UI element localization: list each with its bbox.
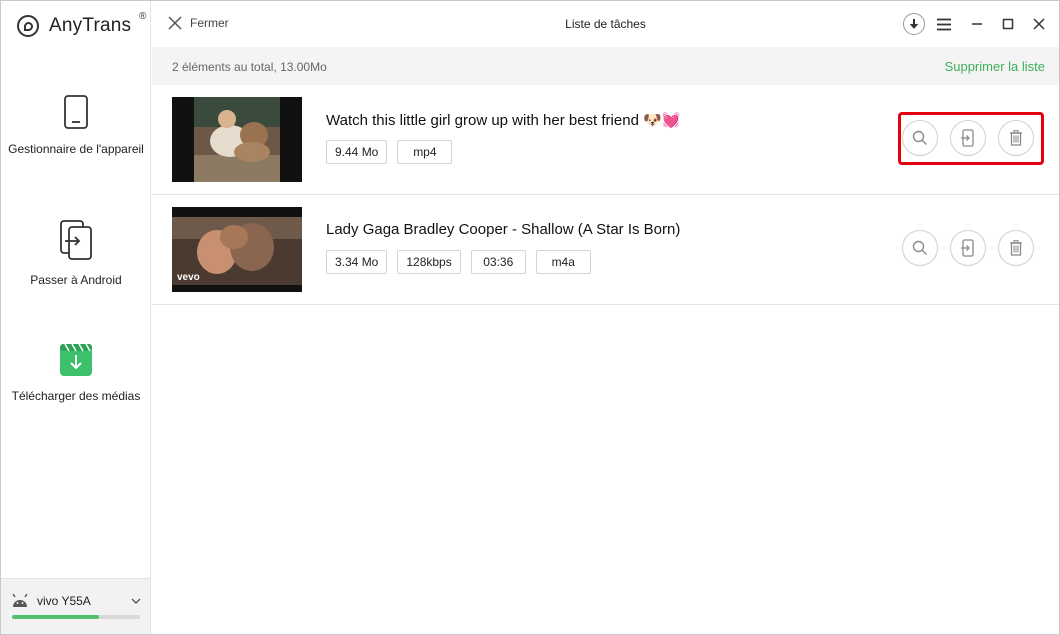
bitrate-tag: 128kbps bbox=[397, 250, 461, 274]
minimize-button[interactable] bbox=[966, 13, 988, 35]
summary-bar: 2 éléments au total, 13.00Mo Supprimer l… bbox=[152, 47, 1059, 85]
sidebar-item-label: Passer à Android bbox=[30, 273, 122, 287]
phone-icon bbox=[64, 95, 88, 129]
downloads-button[interactable] bbox=[903, 13, 925, 35]
minimize-icon bbox=[972, 23, 982, 25]
format-tag: m4a bbox=[535, 250, 591, 274]
media-download-icon bbox=[60, 343, 92, 376]
file-size-tag: 9.44 Mo bbox=[326, 140, 388, 164]
maximize-icon bbox=[1002, 18, 1014, 30]
app-window: AnyTrans ® Gestionnaire de l'appareil Pa… bbox=[0, 0, 1060, 635]
sidebar-item-switch-to-android[interactable]: Passer à Android bbox=[1, 219, 151, 287]
storage-bar bbox=[12, 615, 140, 619]
trash-icon bbox=[1010, 130, 1022, 146]
storage-bar-fill bbox=[12, 615, 100, 619]
task-title: Lady Gaga Bradley Cooper - Shallow (A St… bbox=[326, 221, 681, 238]
menu-button[interactable] bbox=[933, 13, 955, 35]
search-icon bbox=[912, 240, 927, 255]
chevron-down-icon[interactable] bbox=[131, 596, 141, 606]
show-in-folder-button[interactable] bbox=[902, 120, 938, 156]
thumbnail-image bbox=[172, 97, 302, 182]
delete-task-button[interactable] bbox=[998, 120, 1034, 156]
app-logo: AnyTrans ® bbox=[17, 11, 146, 39]
task-row: Watch this little girl grow up with her … bbox=[152, 85, 1059, 195]
maximize-button[interactable] bbox=[997, 13, 1019, 35]
transfer-to-device-button[interactable] bbox=[950, 230, 986, 266]
android-icon bbox=[12, 594, 28, 607]
total-items-summary: 2 éléments au total, 13.00Mo bbox=[172, 60, 327, 74]
registered-mark: ® bbox=[139, 11, 147, 22]
anytrans-logo-icon bbox=[17, 15, 39, 37]
sidebar-item-device-manager[interactable]: Gestionnaire de l'appareil bbox=[1, 94, 151, 156]
download-arrow-icon bbox=[910, 19, 918, 29]
close-label: Fermer bbox=[190, 16, 229, 30]
file-size-tag: 3.34 Mo bbox=[326, 250, 388, 274]
transfer-phone-icon bbox=[60, 220, 92, 260]
delete-task-button[interactable] bbox=[998, 230, 1034, 266]
duration-tag: 03:36 bbox=[470, 250, 526, 274]
close-task-list-button[interactable]: Fermer bbox=[168, 16, 229, 30]
task-row: vevo Lady Gaga Bradley Cooper - Shallow … bbox=[152, 195, 1059, 305]
hamburger-menu-icon bbox=[937, 18, 951, 30]
task-tags: 9.44 Mo mp4 bbox=[326, 140, 462, 164]
app-name: AnyTrans bbox=[49, 15, 132, 36]
task-tags: 3.34 Mo 128kbps 03:36 m4a bbox=[326, 250, 601, 274]
sidebar: AnyTrans ® Gestionnaire de l'appareil Pa… bbox=[1, 1, 151, 634]
clear-list-link[interactable]: Supprimer la liste bbox=[945, 59, 1045, 74]
window-close-button[interactable] bbox=[1028, 13, 1050, 35]
thumbnail-image: vevo bbox=[172, 207, 302, 292]
task-actions bbox=[902, 230, 1034, 266]
trash-icon bbox=[1010, 240, 1022, 256]
device-name: vivo Y55A bbox=[37, 594, 91, 608]
device-selector[interactable]: vivo Y55A bbox=[1, 578, 150, 634]
sidebar-item-label: Gestionnaire de l'appareil bbox=[8, 142, 144, 156]
transfer-to-device-icon bbox=[961, 129, 974, 147]
title-bar: Fermer Liste de tâches bbox=[152, 1, 1059, 47]
format-tag: mp4 bbox=[397, 140, 453, 164]
vevo-watermark: vevo bbox=[177, 272, 200, 283]
sidebar-item-download-media[interactable]: Télécharger des médias bbox=[1, 343, 151, 403]
task-actions bbox=[902, 120, 1034, 156]
video-thumbnail bbox=[172, 97, 302, 182]
task-title: Watch this little girl grow up with her … bbox=[326, 112, 681, 129]
close-icon bbox=[168, 16, 182, 30]
close-icon bbox=[1033, 18, 1045, 30]
transfer-to-device-icon bbox=[961, 239, 974, 257]
video-thumbnail: vevo bbox=[172, 207, 302, 292]
sidebar-item-label: Télécharger des médias bbox=[11, 389, 141, 403]
transfer-to-device-button[interactable] bbox=[950, 120, 986, 156]
show-in-folder-button[interactable] bbox=[902, 230, 938, 266]
search-icon bbox=[912, 130, 927, 145]
